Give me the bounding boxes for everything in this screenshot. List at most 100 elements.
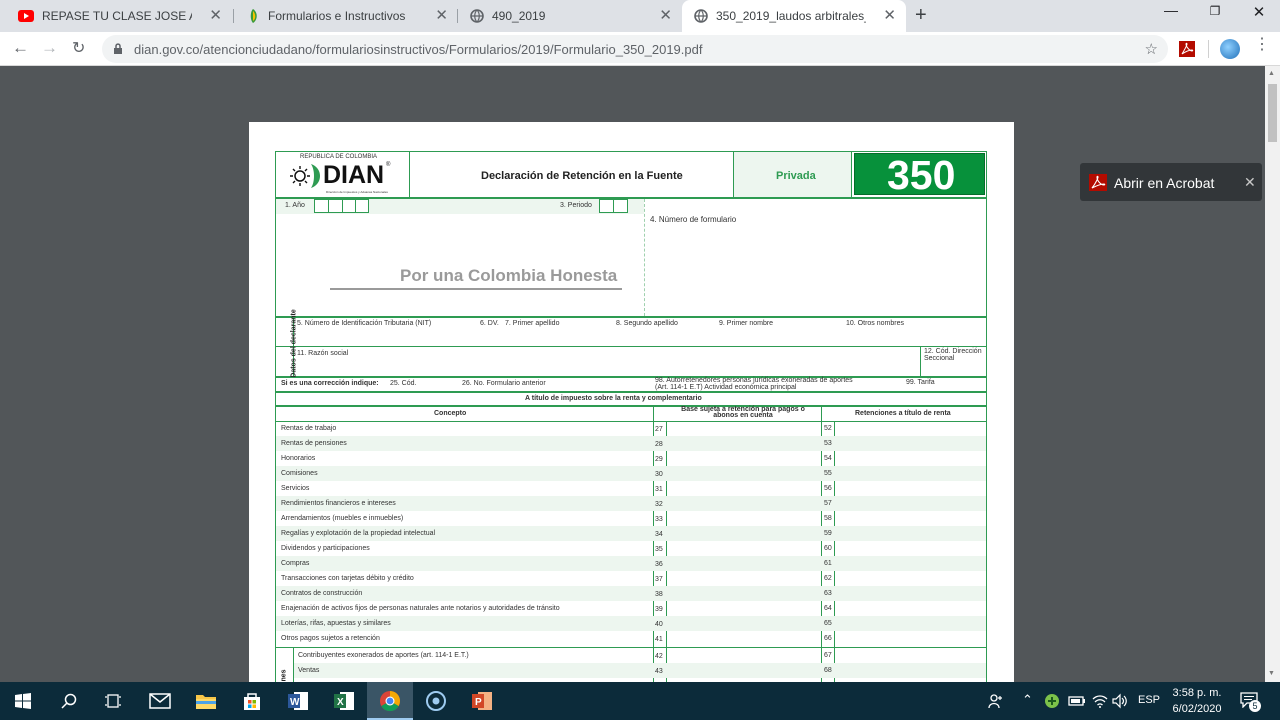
scrollbar-thumb[interactable] <box>1268 84 1277 142</box>
scroll-down-icon[interactable]: ▼ <box>1268 670 1275 677</box>
powerpoint-icon: P <box>472 692 492 710</box>
row-label: Ventas <box>298 667 320 674</box>
forward-button[interactable]: → <box>41 38 58 58</box>
table-row: Rendimientos financieros e intereses 32 57 <box>276 496 986 511</box>
youtube-icon <box>18 10 34 22</box>
restore-button[interactable]: ❐ <box>1192 4 1238 24</box>
divider <box>986 406 987 682</box>
bookmark-star-icon[interactable]: ☆ <box>1145 40 1158 58</box>
divider <box>276 346 987 347</box>
period-input-boxes[interactable] <box>599 199 628 213</box>
section-title: A título de impuesto sobre la renta y co… <box>525 395 702 402</box>
tab-youtube[interactable]: REPASE TU CLASE JOSE ARCANGEL ✕ <box>6 0 232 32</box>
close-icon[interactable]: ✕ <box>1244 174 1256 191</box>
open-in-acrobat-popup[interactable]: Abrir en Acrobat ✕ <box>1080 163 1262 201</box>
row-number-base: 28 <box>655 441 663 448</box>
field-razon-social-label: 11. Razón social <box>297 350 349 357</box>
clock[interactable]: 3:58 p. m. 6/02/2020 <box>1168 685 1226 717</box>
reload-button[interactable]: ↻ <box>72 38 85 58</box>
field-otros-nombres-label: 10. Otros nombres <box>846 320 904 327</box>
row-number-retencion: 63 <box>824 590 832 597</box>
row-number-base: 39 <box>655 606 663 613</box>
field-periodo-label: 3. Periodo <box>560 202 592 209</box>
row-number-base: 37 <box>655 576 663 583</box>
row-number-base: 30 <box>655 471 663 478</box>
tab-title: Formularios e Instructivos <box>268 9 406 23</box>
powerpoint-app[interactable]: P <box>459 682 505 720</box>
tab-490[interactable]: 490_2019 ✕ <box>458 0 682 32</box>
row-number-base: 36 <box>655 561 663 568</box>
tray-app-icon[interactable] <box>1044 693 1060 709</box>
close-icon[interactable]: ✕ <box>209 8 222 23</box>
language-indicator[interactable]: ESP <box>1138 694 1160 706</box>
svg-text:W: W <box>290 697 300 708</box>
menu-dots-icon[interactable]: ⋮ <box>1254 37 1270 53</box>
scroll-up-icon[interactable]: ▲ <box>1268 70 1275 77</box>
registered-icon: ® <box>386 162 391 168</box>
row-label: Regalías y explotación de la propiedad i… <box>281 530 436 537</box>
chevron-up-icon[interactable]: ⌃ <box>1022 692 1033 708</box>
battery-icon[interactable] <box>1068 694 1086 708</box>
row-label: Contratos de construcción <box>281 590 363 597</box>
row-label: Arrendamientos (muebles e inmuebles) <box>281 515 404 522</box>
url-text: dian.gov.co/atencionciudadano/formulario… <box>134 42 703 57</box>
notification-center-button[interactable]: 5 <box>1240 692 1261 712</box>
file-explorer-app[interactable] <box>183 682 229 720</box>
lock-icon[interactable] <box>113 43 123 55</box>
store-app[interactable] <box>229 682 275 720</box>
form-title: Declaración de Retención en la Fuente <box>481 170 683 182</box>
row-number-base: 40 <box>655 621 663 628</box>
correccion-row <box>275 377 987 392</box>
row-number-retencion: 64 <box>824 605 832 612</box>
toolbar-divider <box>1208 40 1209 58</box>
word-app[interactable]: W <box>275 682 321 720</box>
excel-app[interactable]: X <box>321 682 367 720</box>
people-icon[interactable] <box>988 693 1004 709</box>
acrobat-extension-icon[interactable] <box>1179 41 1195 57</box>
row-label: Dividendos y participaciones <box>281 545 370 552</box>
close-icon[interactable]: ✕ <box>883 8 896 23</box>
tab-formularios[interactable]: Formularios e Instructivos ✕ <box>234 0 458 32</box>
pdf-scrollbar[interactable]: ▲ ▼ <box>1265 66 1280 682</box>
close-icon[interactable]: ✕ <box>659 8 672 23</box>
row-number-base: 31 <box>655 486 663 493</box>
year-input-boxes[interactable] <box>314 199 369 213</box>
address-bar[interactable]: dian.gov.co/atencionciudadano/formulario… <box>102 35 1168 63</box>
table-row: Contribuyentes exonerados de aportes (ar… <box>294 648 986 663</box>
field-direccion-seccional-label: 12. Cód. Dirección Seccional <box>924 348 982 362</box>
field-ano-label: 1. Año <box>285 202 305 209</box>
close-icon[interactable]: ✕ <box>435 8 448 23</box>
row-number-base: 27 <box>655 426 663 433</box>
new-tab-button[interactable]: + <box>915 5 927 25</box>
globe-icon <box>470 9 484 23</box>
row-label: Enajenación de activos fijos de personas… <box>281 605 560 612</box>
task-view-button[interactable] <box>90 682 136 720</box>
table-row: Compras 36 61 <box>276 556 986 571</box>
column-concepto-header: Concepto <box>434 410 467 417</box>
back-button[interactable]: ← <box>12 38 29 58</box>
close-window-button[interactable]: ✕ <box>1236 3 1280 23</box>
start-button[interactable] <box>0 682 46 720</box>
table-row: Ventas 43 68 <box>294 663 986 678</box>
row-label: Loterías, rifas, apuestas y similares <box>281 620 391 627</box>
profile-avatar[interactable] <box>1220 39 1240 59</box>
tab-350-active[interactable]: 350_2019_laudos arbitrales_sep9 ✕ <box>682 0 906 32</box>
wifi-icon[interactable] <box>1092 693 1108 709</box>
row-number-base: 35 <box>655 546 663 553</box>
row-number-retencion: 61 <box>824 560 832 567</box>
mail-app[interactable] <box>137 682 183 720</box>
row-number-base: 33 <box>655 516 663 523</box>
form-number-badge: 350 <box>854 152 985 198</box>
minimize-button[interactable]: — <box>1148 2 1194 22</box>
row-number-retencion: 60 <box>824 545 832 552</box>
row-number-base: 34 <box>655 531 663 538</box>
search-button[interactable] <box>46 682 92 720</box>
row-label: Compras <box>281 560 310 567</box>
form-number: 350 <box>887 152 956 198</box>
cortana-app[interactable] <box>413 682 459 720</box>
speaker-icon[interactable] <box>1112 693 1128 709</box>
table-row: Transacciones con tarjetas débito y créd… <box>276 571 986 586</box>
chrome-app-active[interactable] <box>367 682 413 720</box>
table-row: Honorarios 29 54 <box>276 451 986 466</box>
slogan-underline <box>330 288 622 290</box>
